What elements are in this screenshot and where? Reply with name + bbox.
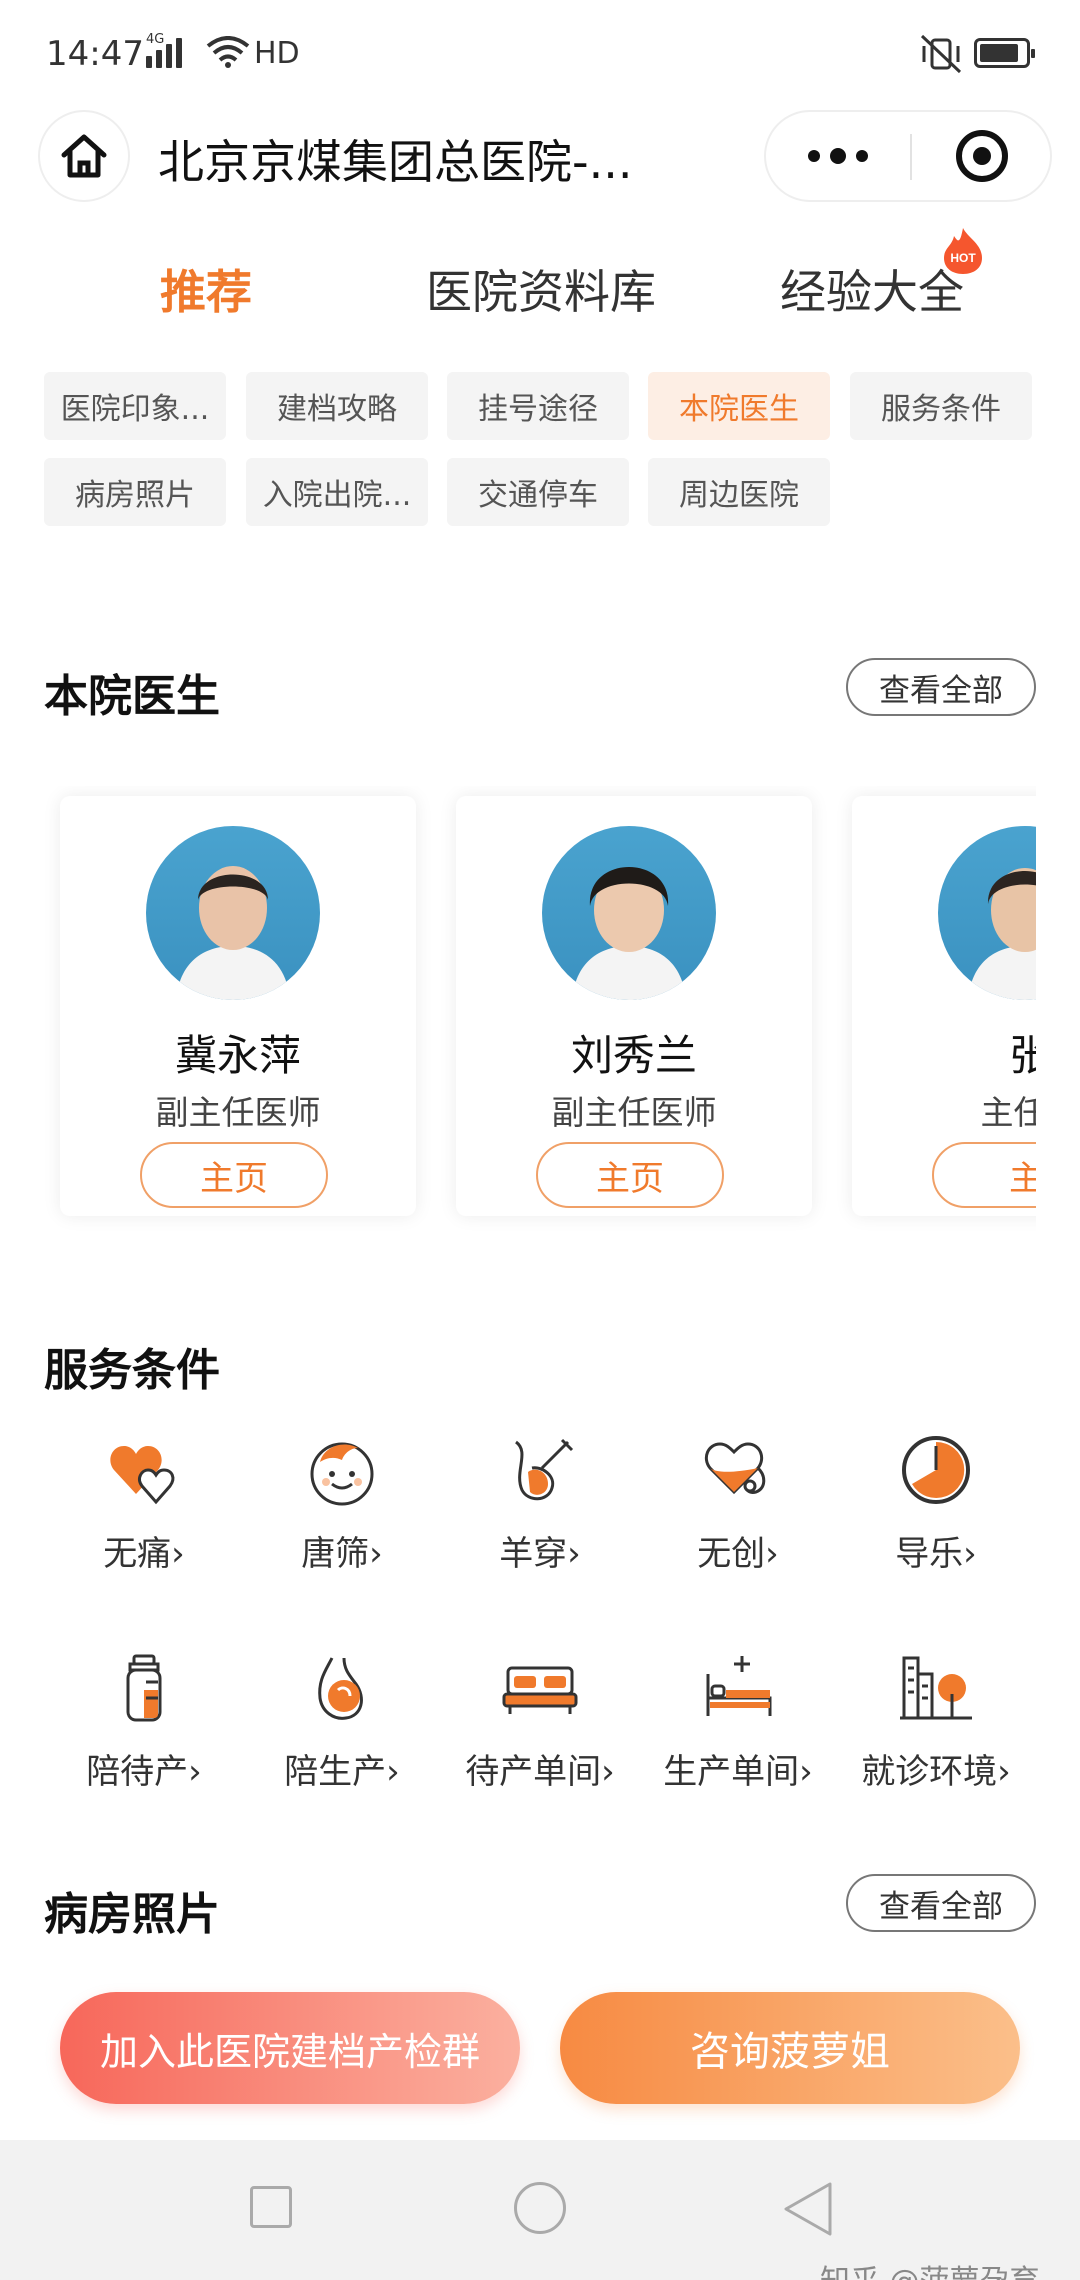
vibrate-mute-icon xyxy=(920,34,962,74)
service-amniocentesis[interactable]: 羊穿› xyxy=(440,1432,640,1602)
consult-button[interactable]: 咨询菠萝姐 xyxy=(560,1992,1020,2104)
recents-icon[interactable] xyxy=(250,2186,292,2228)
status-bar: 14:47 4G HD xyxy=(0,0,1080,110)
service-label: 羊穿› xyxy=(499,1534,581,1574)
service-doula[interactable]: 导乐› xyxy=(836,1432,1036,1602)
service-label: 导乐› xyxy=(895,1534,977,1574)
chip-doctors[interactable]: 本院医生 xyxy=(648,372,830,440)
service-label: 无痛› xyxy=(103,1534,185,1574)
doctor-name: 冀永萍 xyxy=(174,1031,301,1080)
network-type: 4G xyxy=(146,32,165,47)
doctor-avatar xyxy=(938,826,1036,1000)
service-label: 陪生产› xyxy=(284,1752,400,1792)
doctor-title: 副主任医师 xyxy=(155,1093,321,1132)
doctor-avatar xyxy=(146,826,320,1000)
close-miniprogram-button[interactable] xyxy=(912,112,1052,200)
doctors-section-title: 本院医生 xyxy=(44,671,220,722)
doctor-title: 副主任医师 xyxy=(551,1093,717,1132)
doctor-card[interactable]: 刘秀兰 副主任医师 主页 xyxy=(456,796,812,1216)
service-delivery-single-room[interactable]: 生产单间› xyxy=(638,1650,838,1820)
doctor-card[interactable]: 冀永萍 副主任医师 主页 xyxy=(60,796,416,1216)
service-environment[interactable]: 就诊环境› xyxy=(836,1650,1036,1820)
status-time: 14:47 xyxy=(46,34,144,74)
chip-parking[interactable]: 交通停车 xyxy=(447,458,629,526)
tab-hospital-database[interactable]: 医院资料库 xyxy=(426,256,656,322)
page-title: 北京京煤集团总医院-... xyxy=(158,135,633,189)
service-down-screening[interactable]: 唐筛› xyxy=(242,1432,442,1602)
wifi-icon xyxy=(206,36,250,68)
doctor-carousel[interactable]: 冀永萍 副主任医师 主页 刘秀兰 副主任医师 主页 张 主任医 主 xyxy=(44,786,1036,1236)
service-delivery-companion[interactable]: 陪生产› xyxy=(242,1650,442,1820)
doctor-name: 张 xyxy=(1008,1031,1036,1080)
doctors-view-all-button[interactable]: 查看全部 xyxy=(846,658,1036,716)
more-dot-icon xyxy=(830,148,846,164)
service-labor-single-room[interactable]: 待产单间› xyxy=(440,1650,640,1820)
building-tree-icon xyxy=(900,1656,972,1720)
tab-experience[interactable]: 经验大全 xyxy=(780,256,964,322)
battery-icon xyxy=(974,38,1035,68)
hospital-bed-icon xyxy=(706,1656,772,1716)
bed-icon xyxy=(502,1666,578,1714)
service-label: 生产单间› xyxy=(663,1752,813,1792)
more-dot-icon xyxy=(808,150,820,162)
doctor-home-button[interactable]: 主 xyxy=(932,1142,1036,1208)
chip-filing-guide[interactable]: 建档攻略 xyxy=(246,372,428,440)
chip-nearby[interactable]: 周边医院 xyxy=(648,458,830,526)
main-tabs: 推荐 医院资料库 经验大全 xyxy=(0,256,1080,326)
chip-admission[interactable]: 入院出院... xyxy=(246,458,428,526)
doctor-name: 刘秀兰 xyxy=(570,1031,697,1080)
more-button[interactable] xyxy=(766,112,910,200)
doctor-avatar xyxy=(542,826,716,1000)
chip-registration[interactable]: 挂号途径 xyxy=(447,372,629,440)
heart-stethoscope-icon xyxy=(704,1442,766,1495)
service-label: 无创› xyxy=(697,1534,779,1574)
doctor-card[interactable]: 张 主任医 主 xyxy=(852,796,1036,1216)
miniprogram-capsule xyxy=(764,110,1052,202)
hot-badge-icon: HOT xyxy=(944,228,982,274)
home-button[interactable] xyxy=(38,110,130,202)
service-painless[interactable]: 无痛› xyxy=(44,1432,244,1602)
service-label: 陪待产› xyxy=(86,1752,202,1792)
home-nav-icon[interactable] xyxy=(514,2182,566,2234)
watermark: 知乎 @菠萝孕育 xyxy=(820,2256,1040,2280)
service-label: 待产单间› xyxy=(465,1752,615,1792)
service-labor-companion[interactable]: 陪待产› xyxy=(44,1650,244,1820)
hearts-icon xyxy=(110,1446,175,1505)
services-section-title: 服务条件 xyxy=(44,1345,220,1396)
doctor-home-button[interactable]: 主页 xyxy=(536,1142,724,1208)
doula-timer-icon xyxy=(902,1436,970,1504)
service-label: 就诊环境› xyxy=(861,1752,1011,1792)
more-dot-icon xyxy=(856,150,868,162)
tab-recommend[interactable]: 推荐 xyxy=(160,256,252,322)
baby-face-icon xyxy=(310,1442,374,1506)
chip-hospital-impression[interactable]: 医院印象... xyxy=(44,372,226,440)
ward-section-title: 病房照片 xyxy=(44,1889,220,1940)
ward-view-all-button[interactable]: 查看全部 xyxy=(846,1874,1036,1932)
chip-ward-photos[interactable]: 病房照片 xyxy=(44,458,226,526)
home-icon xyxy=(61,134,107,178)
service-label: 唐筛› xyxy=(301,1534,383,1574)
back-triangle-icon[interactable] xyxy=(780,2180,836,2238)
hd-indicator: HD xyxy=(254,36,300,71)
pregnant-belly-icon xyxy=(318,1657,363,1720)
svg-text:HOT: HOT xyxy=(950,251,976,265)
join-group-button[interactable]: 加入此医院建档产检群 xyxy=(60,1992,520,2104)
doctor-title: 主任医 xyxy=(980,1093,1037,1132)
doctor-home-button[interactable]: 主页 xyxy=(140,1142,328,1208)
target-icon xyxy=(956,130,1008,182)
signal-icon: 4G xyxy=(146,32,182,68)
chip-services[interactable]: 服务条件 xyxy=(850,372,1032,440)
amniocentesis-icon xyxy=(514,1438,574,1501)
service-nipt[interactable]: 无创› xyxy=(638,1432,838,1602)
bottle-icon xyxy=(126,1654,162,1722)
